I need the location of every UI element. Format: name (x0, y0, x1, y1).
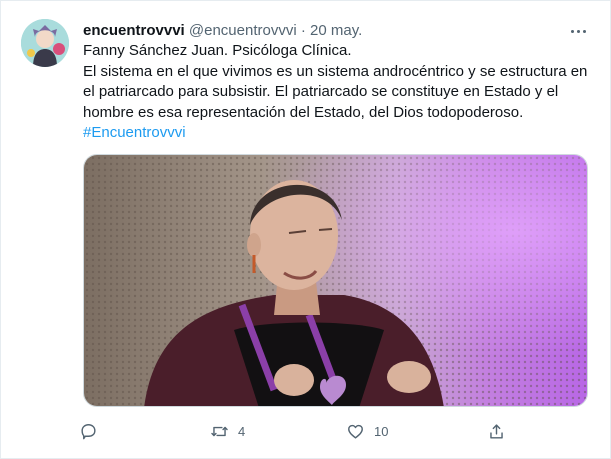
reply-icon (81, 423, 96, 439)
like-icon (348, 424, 363, 439)
retweet-icon (211, 426, 228, 436)
tweet-text: Fanny Sánchez Juan. Psicóloga Clínica. E… (83, 41, 593, 144)
avatar-illustration (21, 19, 69, 67)
like-count: 10 (374, 423, 389, 439)
share-button[interactable] (487, 419, 506, 443)
reply-button[interactable] (79, 419, 107, 443)
tweet-line-quote: El sistema en el que vivimos es un siste… (83, 62, 588, 121)
like-button[interactable]: 10 (346, 419, 388, 443)
tweet-actions: 4 10 (79, 419, 519, 443)
tweet-media-photo[interactable] (83, 154, 588, 407)
speaker-photo (84, 155, 587, 406)
hashtag-link[interactable]: #Encuentrovvvi (83, 124, 186, 141)
separator-dot: · (300, 22, 306, 39)
tweet-card[interactable]: encuentrovvvi @encuentrovvvi · 20 may. F… (0, 0, 611, 459)
display-name[interactable]: encuentrovvvi (83, 22, 185, 39)
more-icon[interactable] (567, 21, 589, 41)
retweet-button[interactable]: 4 (210, 419, 245, 443)
user-handle[interactable]: @encuentrovvvi (189, 22, 297, 39)
tweet-date[interactable]: 20 may. (310, 22, 362, 39)
tweet-line-author: Fanny Sánchez Juan. Psicóloga Clínica. (83, 42, 352, 59)
avatar[interactable] (21, 19, 69, 67)
share-icon (490, 423, 503, 439)
retweet-count: 4 (238, 423, 246, 439)
tweet-header: encuentrovvvi @encuentrovvvi · 20 may. (83, 21, 362, 41)
